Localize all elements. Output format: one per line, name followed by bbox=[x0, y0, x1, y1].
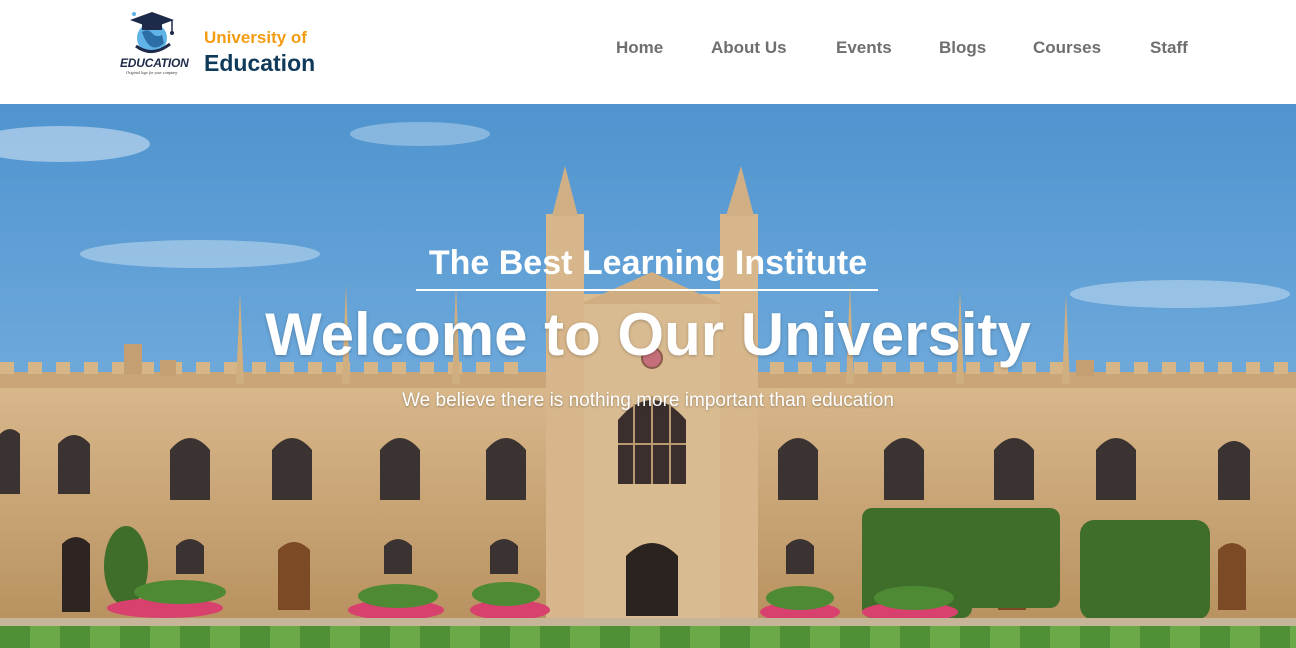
nav-staff[interactable]: Staff bbox=[1150, 38, 1188, 58]
hero-banner: The Best Learning Institute Welcome to O… bbox=[0, 104, 1296, 648]
logo-tagline: Original logo for your company bbox=[126, 70, 178, 75]
main-nav: Home About Us Events Blogs Courses Staff bbox=[0, 38, 1296, 60]
nav-courses[interactable]: Courses bbox=[1033, 38, 1101, 58]
site-header: EDUCATION Original logo for your company… bbox=[0, 0, 1296, 104]
nav-events[interactable]: Events bbox=[836, 38, 892, 58]
nav-about-us[interactable]: About Us bbox=[711, 38, 787, 58]
hero-title: Welcome to Our University bbox=[265, 301, 1031, 368]
hero-tagline: We believe there is nothing more importa… bbox=[402, 390, 894, 411]
university-building-image bbox=[0, 104, 1296, 648]
nav-home[interactable]: Home bbox=[616, 38, 663, 58]
hero-divider bbox=[416, 289, 878, 291]
hero-subtitle: The Best Learning Institute bbox=[428, 244, 868, 282]
nav-blogs[interactable]: Blogs bbox=[939, 38, 986, 58]
